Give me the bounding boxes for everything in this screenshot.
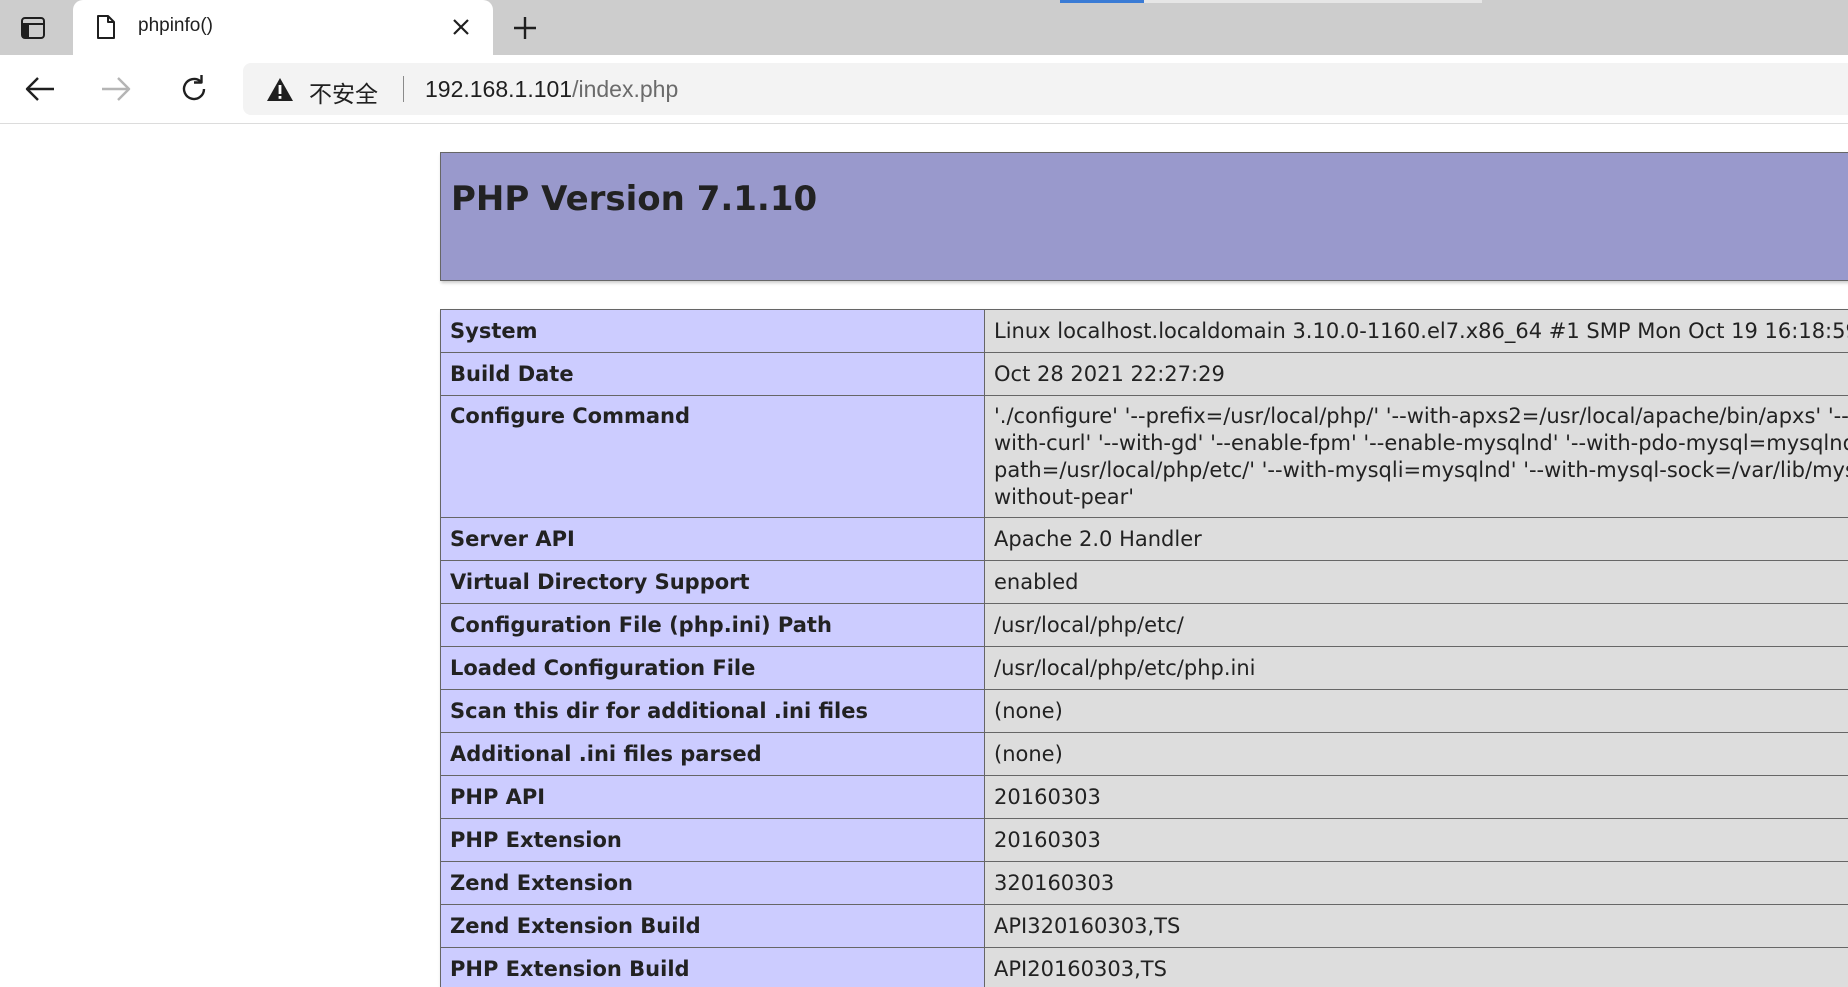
row-value: 20160303 xyxy=(984,775,1848,819)
row-key: Scan this dir for additional .ini files xyxy=(440,689,985,733)
page-title: PHP Version 7.1.10 xyxy=(451,179,818,219)
tab-strip: phpinfo() xyxy=(0,0,1848,55)
row-value: (none) xyxy=(984,689,1848,733)
row-key: Configure Command xyxy=(440,395,985,518)
row-value: Oct 28 2021 22:27:29 xyxy=(984,352,1848,396)
row-key: Virtual Directory Support xyxy=(440,560,985,604)
row-value: /usr/local/php/etc/php.ini xyxy=(984,646,1848,690)
php-version-header: PHP Version 7.1.10 xyxy=(440,152,1848,281)
security-label[interactable]: 不安全 xyxy=(309,75,378,109)
table-row: Server API Apache 2.0 Handler xyxy=(440,517,1848,561)
configure-command-line: path=/usr/local/php/etc/' '--with-mysqli… xyxy=(994,458,1848,482)
table-row: Configuration File (php.ini) Path /usr/l… xyxy=(440,603,1848,647)
url-text[interactable]: 192.168.1.101/index.php xyxy=(425,76,678,103)
row-value: (none) xyxy=(984,732,1848,776)
table-row: PHP API 20160303 xyxy=(440,775,1848,819)
row-value: './configure' '--prefix=/usr/local/php/'… xyxy=(984,395,1848,518)
table-row: Loaded Configuration File /usr/local/php… xyxy=(440,646,1848,690)
table-row: Virtual Directory Support enabled xyxy=(440,560,1848,604)
loading-indicator xyxy=(1060,0,1144,3)
close-icon[interactable] xyxy=(451,17,471,41)
row-key: PHP API xyxy=(440,775,985,819)
tab-actions-icon[interactable] xyxy=(14,11,52,44)
row-key: System xyxy=(440,309,985,353)
table-row: Configure Command './configure' '--prefi… xyxy=(440,395,1848,518)
url-host: 192.168.1.101 xyxy=(425,76,573,102)
warning-icon[interactable] xyxy=(266,77,294,106)
php-info-table: System Linux localhost.localdomain 3.10.… xyxy=(440,309,1848,987)
tab-title: phpinfo() xyxy=(138,15,213,36)
url-path: /index.php xyxy=(572,76,679,102)
table-row: PHP Extension 20160303 xyxy=(440,818,1848,862)
table-row: Additional .ini files parsed (none) xyxy=(440,732,1848,776)
row-value: enabled xyxy=(984,560,1848,604)
loading-track xyxy=(1144,0,1482,3)
configure-command-line: './configure' '--prefix=/usr/local/php/'… xyxy=(994,404,1848,428)
table-row: Build Date Oct 28 2021 22:27:29 xyxy=(440,352,1848,396)
row-key: PHP Extension Build xyxy=(440,947,985,987)
row-value: Apache 2.0 Handler xyxy=(984,517,1848,561)
browser-tab[interactable]: phpinfo() xyxy=(73,0,493,55)
table-row: PHP Extension Build API20160303,TS xyxy=(440,947,1848,987)
plus-icon[interactable] xyxy=(508,11,542,45)
page-content: PHP Version 7.1.10 System Linux localhos… xyxy=(0,124,1848,987)
table-row: Scan this dir for additional .ini files … xyxy=(440,689,1848,733)
row-value: 20160303 xyxy=(984,818,1848,862)
configure-command-line: with-curl' '--with-gd' '--enable-fpm' '-… xyxy=(994,431,1848,455)
refresh-icon[interactable] xyxy=(174,69,214,109)
row-key: Build Date xyxy=(440,352,985,396)
table-row: Zend Extension Build API320160303,TS xyxy=(440,904,1848,948)
row-value: API20160303,TS xyxy=(984,947,1848,987)
row-key: Configuration File (php.ini) Path xyxy=(440,603,985,647)
row-key: Additional .ini files parsed xyxy=(440,732,985,776)
row-key: Zend Extension Build xyxy=(440,904,985,948)
toolbar: 不安全 192.168.1.101/index.php xyxy=(0,55,1848,124)
address-divider xyxy=(403,76,404,102)
row-value: /usr/local/php/etc/ xyxy=(984,603,1848,647)
row-value: 320160303 xyxy=(984,861,1848,905)
row-key: Server API xyxy=(440,517,985,561)
row-value: API320160303,TS xyxy=(984,904,1848,948)
configure-command-line: without-pear' xyxy=(994,485,1135,509)
row-key: Loaded Configuration File xyxy=(440,646,985,690)
table-row: Zend Extension 320160303 xyxy=(440,861,1848,905)
row-value: Linux localhost.localdomain 3.10.0-1160.… xyxy=(984,309,1848,353)
back-arrow-icon[interactable] xyxy=(20,69,60,109)
row-key: Zend Extension xyxy=(440,861,985,905)
row-key: PHP Extension xyxy=(440,818,985,862)
address-bar[interactable]: 不安全 192.168.1.101/index.php xyxy=(243,63,1848,115)
table-row: System Linux localhost.localdomain 3.10.… xyxy=(440,309,1848,353)
forward-arrow-icon[interactable] xyxy=(96,69,136,109)
document-icon xyxy=(95,14,117,44)
